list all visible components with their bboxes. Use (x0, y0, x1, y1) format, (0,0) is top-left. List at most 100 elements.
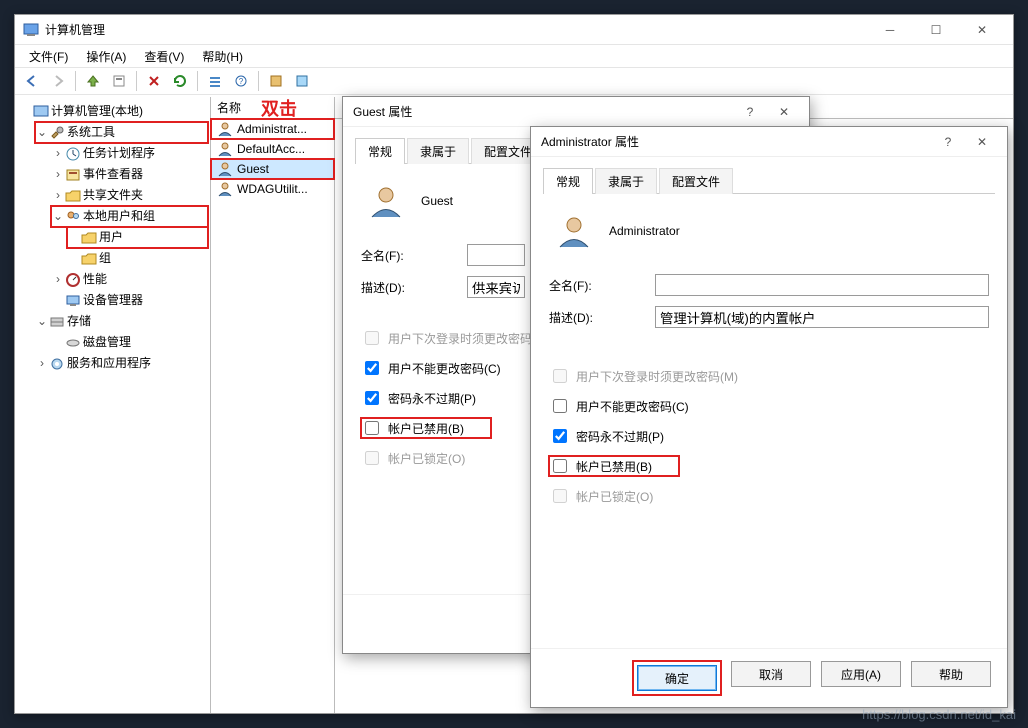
user-icon (217, 141, 233, 157)
expander-icon[interactable]: ⌄ (53, 207, 63, 226)
fullname-input[interactable] (655, 274, 989, 296)
chk-account-disabled[interactable] (553, 459, 567, 473)
menu-view[interactable]: 查看(V) (136, 46, 192, 67)
tree-storage[interactable]: ⌄ 存储 (35, 311, 208, 332)
close-button[interactable]: ✕ (959, 15, 1005, 45)
close-button[interactable]: ✕ (967, 135, 997, 149)
menu-file[interactable]: 文件(F) (21, 46, 76, 67)
apply-button[interactable]: 应用(A) (821, 661, 901, 687)
folder-share-icon (65, 188, 81, 204)
chk-cannot-change-pw[interactable] (553, 399, 567, 413)
perf-icon (65, 272, 81, 288)
dialog-title: Administrator 属性 (541, 133, 639, 150)
menu-action[interactable]: 操作(A) (78, 46, 134, 67)
tree-device-manager[interactable]: 设备管理器 (51, 290, 208, 311)
tree-shared-folders[interactable]: › 共享文件夹 (51, 185, 208, 206)
chk-pw-never-expires[interactable] (365, 391, 379, 405)
user-icon (217, 121, 233, 137)
chk-account-locked (365, 451, 379, 465)
help-button[interactable]: ? (735, 105, 765, 119)
computer-icon (33, 104, 49, 120)
maximize-button[interactable]: ☐ (913, 15, 959, 45)
tree-groups[interactable]: 组 (67, 248, 208, 269)
tree-event-viewer[interactable]: › 事件查看器 (51, 164, 208, 185)
user-icon (217, 161, 233, 177)
close-button[interactable]: ✕ (769, 105, 799, 119)
user-large-icon (557, 214, 591, 248)
folder-icon (81, 251, 97, 267)
toolbar: ? (15, 67, 1013, 95)
desc-label: 描述(D): (361, 279, 467, 296)
tools-icon (49, 125, 65, 141)
help-button[interactable]: ? (933, 135, 963, 149)
toolbar-btn-b[interactable] (291, 70, 313, 92)
tab-memberof[interactable]: 隶属于 (595, 168, 657, 194)
ok-button[interactable]: 确定 (637, 665, 717, 691)
svg-text:?: ? (239, 77, 244, 86)
app-icon (23, 22, 39, 38)
fullname-label: 全名(F): (361, 247, 467, 264)
desc-input[interactable] (467, 276, 525, 298)
back-button[interactable] (21, 70, 43, 92)
minimize-button[interactable]: ─ (867, 15, 913, 45)
event-icon (65, 167, 81, 183)
tree-root[interactable]: 计算机管理(本地) (19, 101, 208, 122)
desc-label: 描述(D): (549, 309, 655, 326)
chk-cannot-change-pw[interactable] (365, 361, 379, 375)
disk-icon (65, 335, 81, 351)
tree-services-apps[interactable]: › 服务和应用程序 (35, 353, 208, 374)
users-list-pane: 名称 双击 Administrat... DefaultAcc... Guest… (211, 97, 335, 713)
titlebar: 计算机管理 ─ ☐ ✕ (15, 15, 1013, 45)
desc-input[interactable] (655, 306, 989, 328)
tree-performance[interactable]: › 性能 (51, 269, 208, 290)
fullname-input[interactable] (467, 244, 525, 266)
menubar: 文件(F) 操作(A) 查看(V) 帮助(H) (15, 45, 1013, 67)
tab-general[interactable]: 常规 (355, 138, 405, 164)
chk-account-disabled[interactable] (365, 421, 379, 435)
services-icon (49, 356, 65, 372)
view-list-button[interactable] (204, 70, 226, 92)
refresh-button[interactable] (169, 70, 191, 92)
tab-memberof[interactable]: 隶属于 (407, 138, 469, 164)
toolbar-btn-a[interactable] (265, 70, 287, 92)
annotation-doubleclick: 双击 (261, 95, 297, 121)
username-label: Administrator (609, 224, 680, 238)
chk-pw-never-expires[interactable] (553, 429, 567, 443)
users-icon (65, 209, 81, 225)
tab-profile[interactable]: 配置文件 (659, 168, 733, 194)
help-button[interactable]: 帮助 (911, 661, 991, 687)
forward-button[interactable] (47, 70, 69, 92)
tree-local-users-groups[interactable]: ⌄ 本地用户和组 (51, 206, 208, 227)
expander-icon[interactable]: ⌄ (37, 123, 47, 142)
window-title: 计算机管理 (45, 21, 105, 38)
chk-account-locked (553, 489, 567, 503)
list-header-name[interactable]: 名称 双击 (211, 97, 334, 119)
help-button[interactable]: ? (230, 70, 252, 92)
storage-icon (49, 314, 65, 330)
menu-help[interactable]: 帮助(H) (194, 46, 251, 67)
tabbar: 常规 隶属于 配置文件 (543, 167, 995, 194)
tab-general[interactable]: 常规 (543, 168, 593, 194)
watermark: https://blog.csdn.net/id_kai (862, 707, 1016, 722)
user-row-administrator[interactable]: Administrat... (211, 119, 334, 139)
delete-button[interactable] (143, 70, 165, 92)
dialog-title: Guest 属性 (353, 103, 412, 120)
user-icon (217, 181, 233, 197)
dialog-titlebar: Administrator 属性 ? ✕ (531, 127, 1007, 157)
user-row-defaultaccount[interactable]: DefaultAcc... (211, 139, 334, 159)
props-button[interactable] (108, 70, 130, 92)
up-button[interactable] (82, 70, 104, 92)
folder-icon (81, 230, 97, 246)
tree-disk-mgmt[interactable]: 磁盘管理 (51, 332, 208, 353)
username-label: Guest (421, 194, 453, 208)
tree-users[interactable]: 用户 (67, 227, 208, 248)
tree-task-scheduler[interactable]: › 任务计划程序 (51, 143, 208, 164)
chk-must-change-pw (365, 331, 379, 345)
administrator-properties-dialog: Administrator 属性 ? ✕ 常规 隶属于 配置文件 Adminis… (530, 126, 1008, 708)
dialog-titlebar: Guest 属性 ? ✕ (343, 97, 809, 127)
device-icon (65, 293, 81, 309)
user-row-guest[interactable]: Guest (211, 159, 334, 179)
cancel-button[interactable]: 取消 (731, 661, 811, 687)
user-row-wdagutility[interactable]: WDAGUtilit... (211, 179, 334, 199)
tree-system-tools[interactable]: ⌄ 系统工具 (35, 122, 208, 143)
